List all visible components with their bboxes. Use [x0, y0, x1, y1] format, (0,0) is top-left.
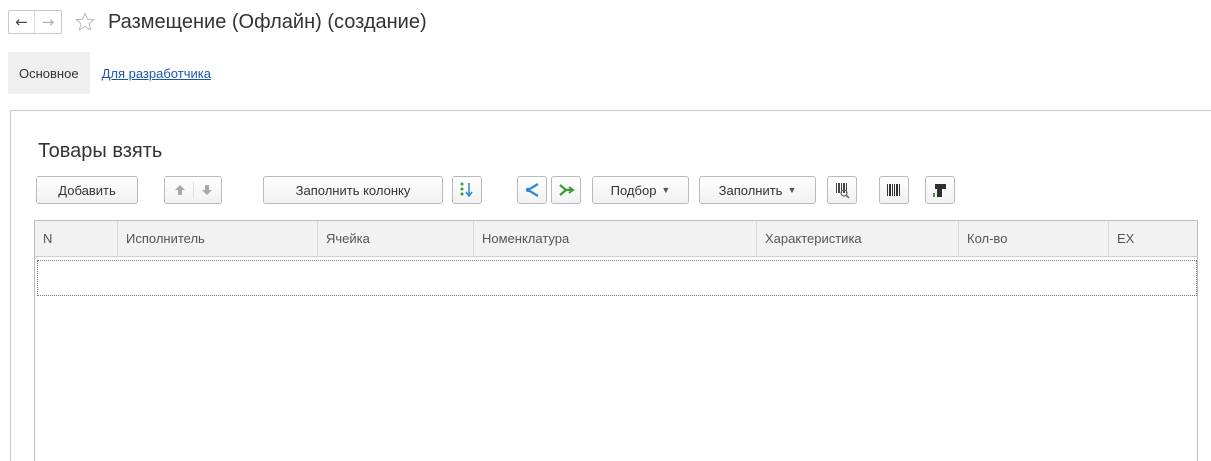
barcode-search-icon [836, 183, 850, 199]
add-button[interactable]: Добавить [36, 176, 138, 204]
table-row[interactable] [37, 260, 1197, 296]
column-header-executor[interactable]: Исполнитель [118, 221, 318, 257]
section-title: Товары взять [38, 140, 163, 162]
fill-label: Заполнить [718, 182, 783, 198]
separator [193, 182, 194, 198]
barcode-button[interactable] [879, 176, 909, 204]
selection-label: Подбор [610, 182, 657, 198]
window-title: Размещение (Офлайн) (создание) [108, 10, 427, 33]
column-header-characteristic[interactable]: Характеристика [757, 221, 959, 257]
star-icon[interactable] [74, 11, 96, 33]
selection-button[interactable]: Подбор ▼ [592, 176, 689, 204]
nav-buttons: ← → [8, 10, 62, 34]
sort-icon [460, 182, 473, 198]
split-button[interactable] [517, 176, 547, 204]
barcode-search-button[interactable] [827, 176, 857, 204]
merge-button[interactable] [551, 176, 581, 204]
move-down-icon[interactable] [201, 184, 213, 196]
tab-main[interactable]: Основное [8, 52, 90, 94]
column-header-cell[interactable]: Ячейка [318, 221, 474, 257]
column-header-ex[interactable]: EX [1109, 221, 1199, 257]
form-tabs: Основное Для разработчика [8, 52, 211, 94]
tab-developer[interactable]: Для разработчика [102, 66, 211, 81]
table-header: N Исполнитель Ячейка Номенклатура Характ… [35, 221, 1197, 257]
move-up-icon[interactable] [174, 184, 186, 196]
title-bar: ← → Размещение (Офлайн) (создание) [8, 8, 427, 36]
left-arrow-icon[interactable]: ← [9, 11, 35, 33]
move-buttons [164, 176, 222, 204]
barcode-icon [887, 184, 900, 196]
goods-table: N Исполнитель Ячейка Номенклатура Характ… [34, 220, 1198, 461]
fill-column-button[interactable]: Заполнить колонку [263, 176, 443, 204]
scanner-button[interactable] [925, 176, 955, 204]
chevron-down-icon: ▼ [661, 185, 671, 195]
column-header-n[interactable]: N [35, 221, 118, 257]
scanner-icon [933, 184, 946, 197]
column-header-quantity[interactable]: Кол-во [959, 221, 1109, 257]
merge-icon [559, 184, 575, 196]
split-icon [525, 183, 539, 197]
chevron-down-icon: ▼ [787, 185, 797, 195]
column-header-nomenclature[interactable]: Номенклатура [474, 221, 757, 257]
fill-button[interactable]: Заполнить ▼ [699, 176, 816, 204]
right-arrow-icon[interactable]: → [35, 11, 61, 33]
sort-button[interactable] [452, 176, 482, 204]
